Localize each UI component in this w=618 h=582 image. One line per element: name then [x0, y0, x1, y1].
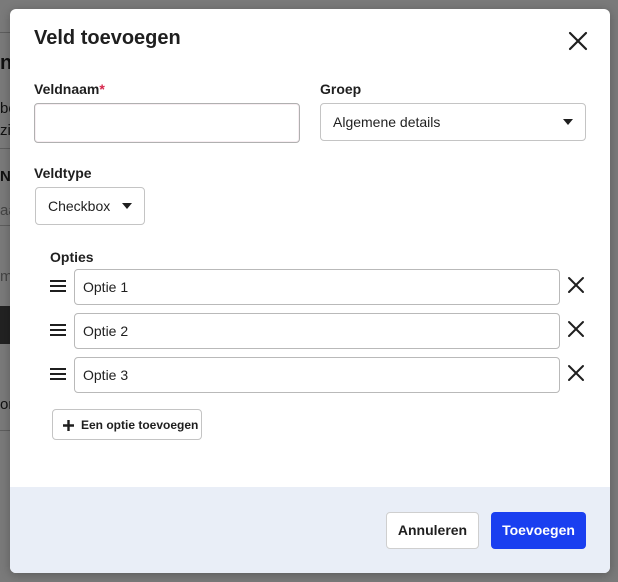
remove-option-icon[interactable]: [567, 320, 585, 338]
close-button[interactable]: [566, 29, 590, 53]
remove-option-icon[interactable]: [567, 276, 585, 294]
add-field-dialog: Veld toevoegen Veldnaam* Groep Algemene …: [10, 9, 610, 573]
field-name-input[interactable]: [34, 103, 300, 143]
cancel-button[interactable]: Annuleren: [386, 512, 479, 549]
remove-option-icon[interactable]: [567, 364, 585, 382]
field-type-select[interactable]: Checkbox: [35, 187, 145, 225]
option-input[interactable]: [74, 357, 560, 393]
caret-down-icon: [122, 203, 132, 209]
field-name-label: Veldnaam*: [34, 81, 105, 97]
close-icon: [568, 31, 588, 51]
field-name-label-text: Veldnaam: [34, 81, 100, 97]
add-option-button[interactable]: Een optie toevoegen: [52, 409, 202, 440]
required-indicator: *: [99, 81, 105, 97]
group-select-value: Algemene details: [333, 114, 441, 130]
option-input[interactable]: [74, 313, 560, 349]
drag-handle-icon[interactable]: [50, 280, 66, 292]
dialog-footer: Annuleren Toevoegen: [10, 487, 610, 573]
add-option-label: Een optie toevoegen: [81, 418, 199, 432]
options-label: Opties: [50, 249, 94, 265]
caret-down-icon: [563, 119, 573, 125]
drag-handle-icon[interactable]: [50, 368, 66, 380]
drag-handle-icon[interactable]: [50, 324, 66, 336]
plus-icon: [63, 420, 74, 431]
field-type-select-value: Checkbox: [48, 198, 111, 214]
group-select[interactable]: Algemene details: [320, 103, 586, 141]
submit-button[interactable]: Toevoegen: [491, 512, 586, 549]
background-dark-block: [0, 306, 10, 344]
dialog-title: Veld toevoegen: [34, 27, 181, 49]
field-type-label: Veldtype: [34, 165, 92, 181]
group-label: Groep: [320, 81, 362, 97]
option-input[interactable]: [74, 269, 560, 305]
